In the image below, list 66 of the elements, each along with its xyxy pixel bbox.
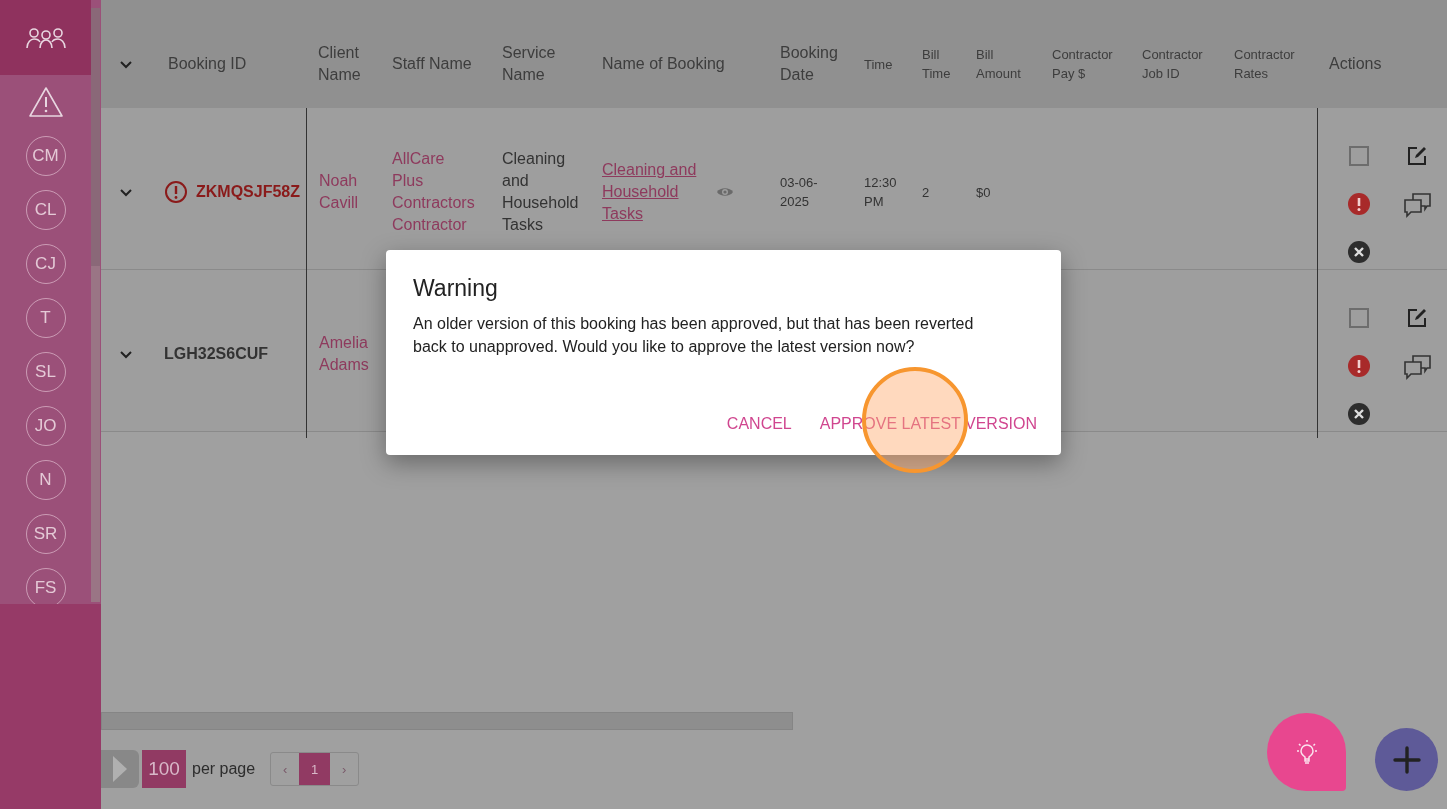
- column-header: Staff Name: [391, 54, 473, 74]
- booking-time: 12:30 PM: [863, 174, 898, 211]
- column-header: Booking Date: [779, 43, 839, 85]
- expand-row-toggle[interactable]: [118, 187, 133, 197]
- team-nav-item[interactable]: [0, 0, 91, 75]
- scrollbar-thumb[interactable]: [91, 8, 100, 266]
- warning-icon: [27, 86, 64, 118]
- reject-button[interactable]: [1348, 241, 1370, 263]
- chevron-down-icon: [118, 59, 133, 69]
- issue-button[interactable]: [1348, 193, 1370, 215]
- column-header: Contractor Pay $: [1051, 46, 1114, 83]
- column-header: Client Name: [317, 43, 362, 85]
- alert-icon: [1348, 355, 1370, 377]
- lightbulb-icon: [1294, 739, 1319, 765]
- eye-icon: [716, 185, 734, 199]
- dialog-title: Warning: [413, 274, 499, 302]
- chat-bubbles-icon: [1402, 352, 1432, 380]
- column-header: Service Name: [501, 43, 557, 85]
- dialog-message: An older version of this booking has been approved, but that has been reverted back to unapproved. Would you like to approve the latest version now?: [413, 314, 975, 357]
- reject-button[interactable]: [1348, 403, 1370, 425]
- column-header: Time: [863, 55, 894, 74]
- edit-button[interactable]: [1406, 145, 1428, 167]
- bill-amount: $0: [975, 183, 992, 202]
- column-header: Name of Booking: [601, 54, 726, 74]
- per-page-select[interactable]: 100: [142, 750, 186, 788]
- booking-id: LGH32S6CUF: [164, 345, 269, 363]
- staff-name-link[interactable]: AllCare Plus Contractors Contractor: [380, 148, 480, 236]
- expand-row-toggle[interactable]: [118, 349, 133, 359]
- chevron-down-icon: [118, 349, 133, 359]
- service-name: Cleaning and Household Tasks: [501, 149, 580, 235]
- comments-button[interactable]: [1402, 352, 1432, 380]
- expand-all-toggle[interactable]: [118, 59, 133, 69]
- issue-button[interactable]: [1348, 355, 1370, 377]
- comments-button[interactable]: [1402, 190, 1432, 218]
- close-icon: [1348, 241, 1370, 263]
- client-name-link[interactable]: Noah Cavill: [307, 170, 369, 214]
- next-page-button[interactable]: ›: [330, 753, 359, 785]
- edit-icon: [1406, 145, 1428, 167]
- column-header: Contractor Rates: [1233, 46, 1296, 83]
- bill-time: 2: [921, 183, 931, 202]
- alert-icon: [1348, 193, 1370, 215]
- team-icon: [25, 25, 66, 50]
- booking-name-link[interactable]: Cleaning and Household Tasks: [602, 159, 702, 225]
- chevron-down-icon: [118, 187, 133, 197]
- horizontal-scrollbar[interactable]: [101, 712, 793, 730]
- plus-icon: [1392, 745, 1421, 774]
- edit-button[interactable]: [1406, 307, 1428, 329]
- booking-id: ZKMQSJF58Z: [196, 183, 300, 201]
- previous-page-button[interactable]: ‹: [271, 753, 300, 785]
- checkbox[interactable]: [1349, 308, 1369, 328]
- checkbox[interactable]: [1349, 146, 1369, 166]
- cancel-button[interactable]: CANCEL: [718, 409, 800, 439]
- column-header: Bill Amount: [975, 46, 1022, 83]
- close-icon: [1348, 403, 1370, 425]
- column-header: Actions: [1328, 54, 1383, 74]
- edit-icon: [1406, 307, 1428, 329]
- client-name-link[interactable]: Amelia Adams: [307, 332, 369, 376]
- per-page-label: per page: [192, 760, 256, 778]
- column-header: Booking ID: [167, 54, 248, 74]
- play-icon: [112, 755, 128, 783]
- column-header: Contractor Job ID: [1141, 46, 1204, 83]
- booking-date: 03-06-2025: [779, 174, 819, 211]
- alert-icon: [164, 180, 188, 204]
- page-button[interactable]: 1: [299, 753, 331, 785]
- chat-bubbles-icon: [1402, 190, 1432, 218]
- column-header: Bill Time: [921, 46, 952, 83]
